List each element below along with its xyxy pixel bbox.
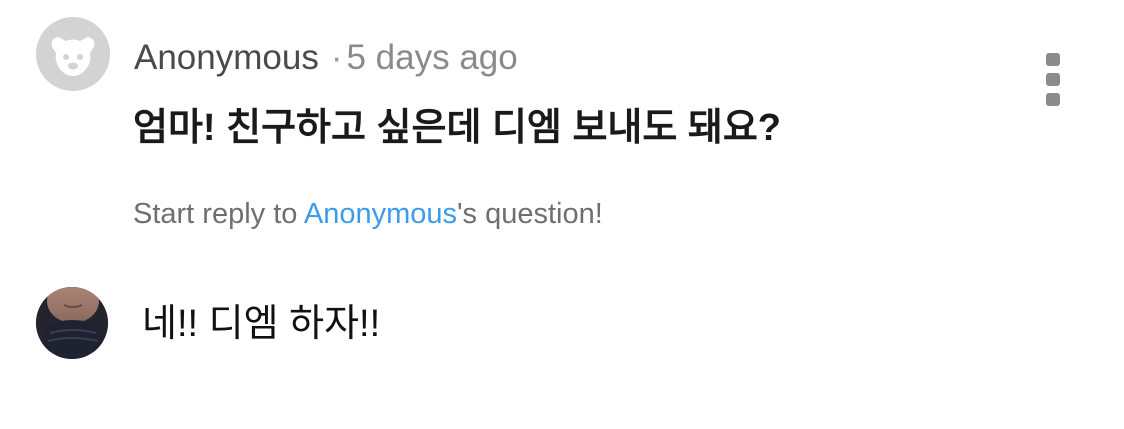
question-text: 엄마! 친구하고 싶은데 디엠 보내도 돼요? xyxy=(133,107,782,149)
qa-thread: Anonymous · 5 days ago 엄마! 친구하고 싶은데 디엠 보내도… xyxy=(0,0,1124,429)
more-vertical-icon[interactable] xyxy=(1040,50,1066,110)
meta-separator: · xyxy=(330,38,343,77)
answer-text: 네!! 디엠 하자!! xyxy=(142,303,381,345)
reply-author-link[interactable]: Anonymous xyxy=(304,198,457,230)
question-author[interactable]: Anonymous xyxy=(134,38,319,77)
user-photo-avatar[interactable] xyxy=(36,287,108,359)
question-timestamp: 5 days ago xyxy=(346,38,518,77)
anonymous-dog-icon xyxy=(36,17,110,91)
question-meta: Anonymous · 5 days ago xyxy=(134,36,518,80)
reply-prompt-prefix: Start reply to xyxy=(133,198,304,230)
reply-prompt[interactable]: Start reply to Anonymous's question! xyxy=(133,196,603,232)
reply-prompt-suffix: 's question! xyxy=(457,198,603,230)
